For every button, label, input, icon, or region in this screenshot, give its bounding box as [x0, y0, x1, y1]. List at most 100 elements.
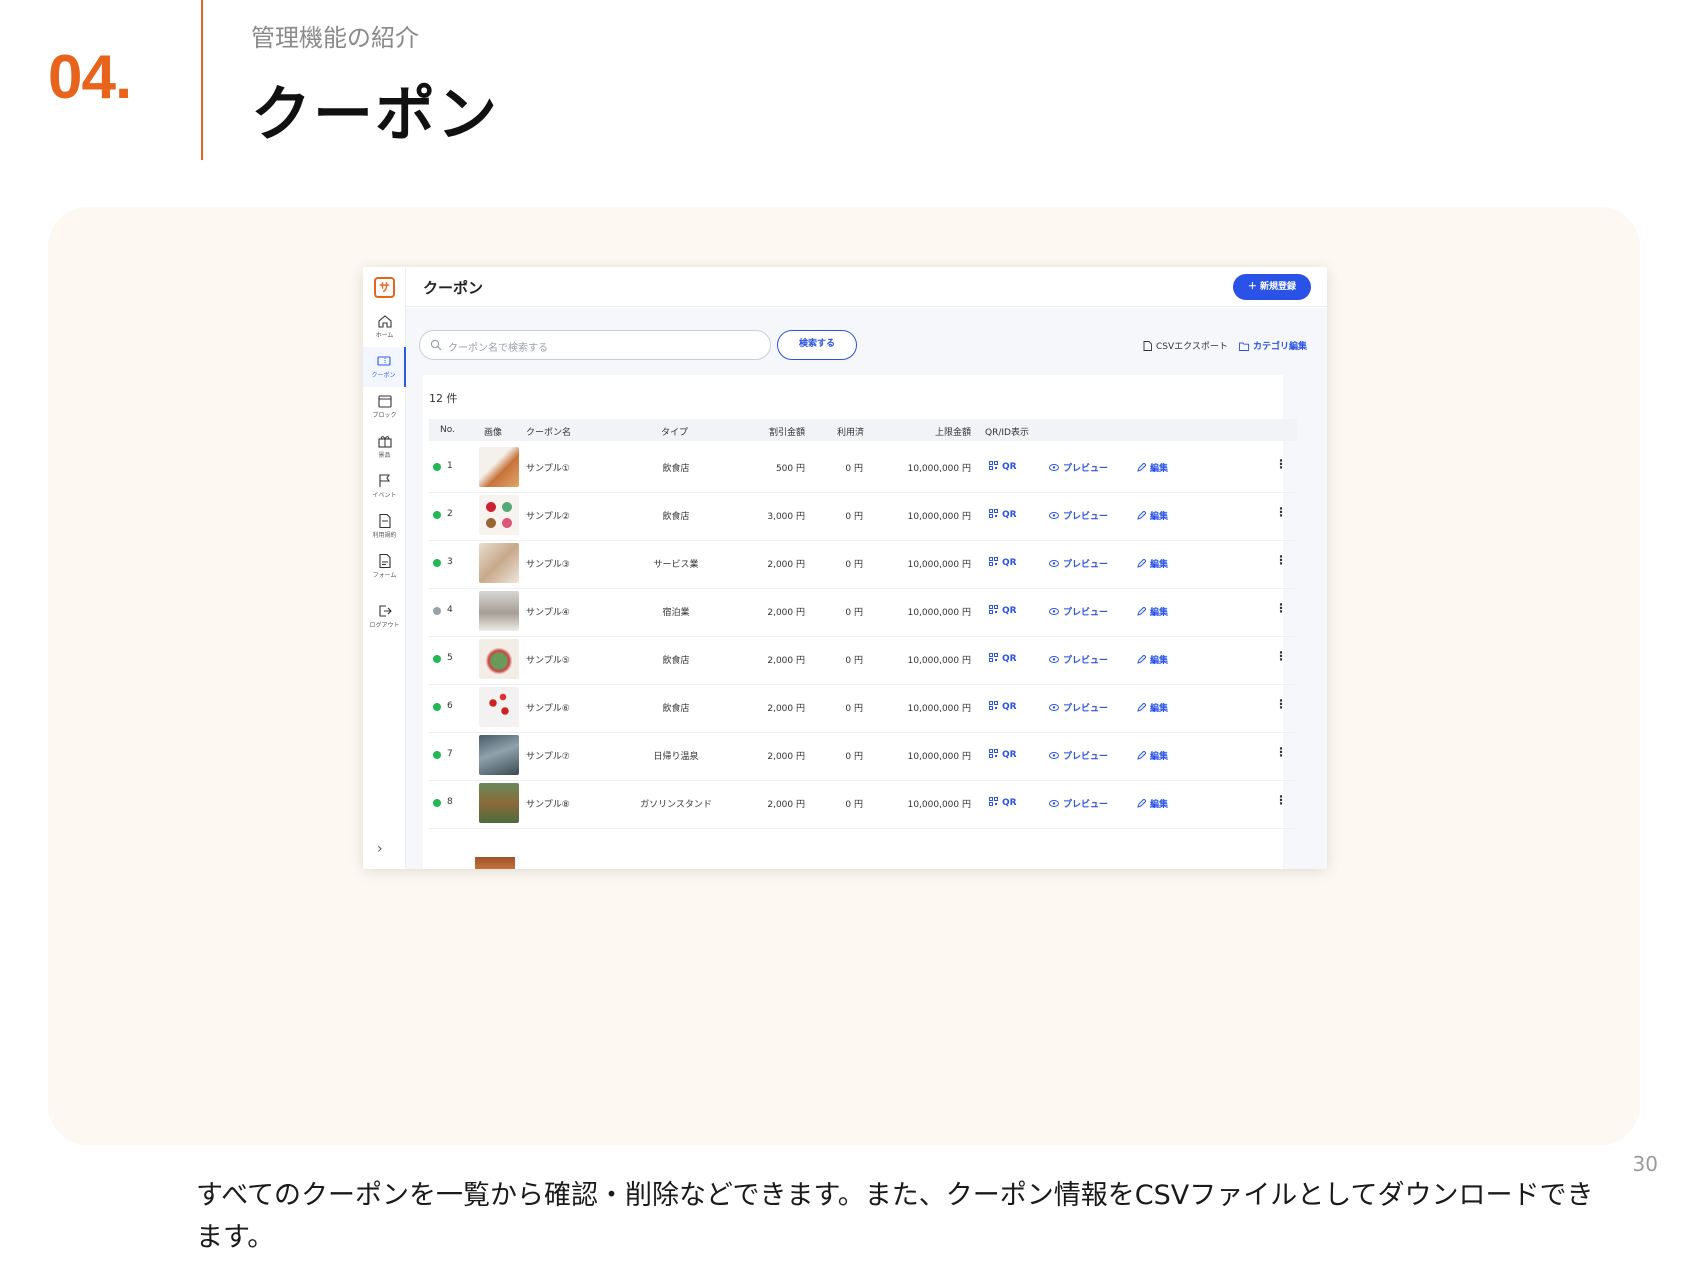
more-menu-icon[interactable]: ⋮	[1275, 457, 1287, 471]
sidebar-item-gift[interactable]: 景品	[363, 427, 406, 467]
edit-link[interactable]: 編集	[1137, 557, 1168, 570]
status-dot	[433, 607, 441, 615]
qr-link[interactable]: QR	[989, 605, 1017, 616]
table-row[interactable]: 3サンプル③サービス業2,000 円0 円10,000,000 円QRプレビュー…	[429, 537, 1297, 589]
discount-amount: 2,000 円	[749, 605, 805, 618]
row-thumbnail-partial	[475, 857, 515, 869]
slide-title: クーポン	[251, 66, 499, 153]
qr-code-icon	[989, 557, 998, 566]
edit-link[interactable]: 編集	[1137, 653, 1168, 666]
page-number: 30	[1633, 1152, 1658, 1176]
csv-export-link[interactable]: CSVエクスポート	[1143, 339, 1228, 352]
table-row[interactable]: 1サンプル①飲食店500 円0 円10,000,000 円QRプレビュー編集⋮	[429, 441, 1297, 493]
caption-box: すべてのクーポンを一覧から確認・削除などできます。また、クーポン情報をCSVファ…	[165, 1147, 1619, 1285]
preview-link[interactable]: プレビュー	[1049, 461, 1108, 474]
edit-link[interactable]: 編集	[1137, 461, 1168, 474]
qr-code-icon	[989, 701, 998, 710]
status-dot	[433, 655, 441, 663]
qr-link[interactable]: QR	[989, 701, 1017, 712]
used-amount: 0 円	[829, 605, 863, 618]
column-header-no: No.	[440, 425, 455, 435]
header-divider	[201, 0, 203, 160]
eye-icon	[1049, 560, 1059, 567]
sidebar-item-flag[interactable]: イベント	[363, 467, 406, 507]
edit-link[interactable]: 編集	[1137, 701, 1168, 714]
more-menu-icon[interactable]: ⋮	[1275, 553, 1287, 567]
folder-icon	[1239, 342, 1249, 351]
edit-link[interactable]: 編集	[1137, 749, 1168, 762]
coupon-name: サンプル⑤	[526, 653, 570, 666]
status-dot	[433, 559, 441, 567]
more-menu-icon[interactable]: ⋮	[1275, 601, 1287, 615]
more-menu-icon[interactable]: ⋮	[1275, 505, 1287, 519]
table-row[interactable]: 7サンプル⑦日帰り温泉2,000 円0 円10,000,000 円QRプレビュー…	[429, 729, 1297, 781]
qr-link[interactable]: QR	[989, 557, 1017, 568]
more-menu-icon[interactable]: ⋮	[1275, 697, 1287, 711]
discount-amount: 3,000 円	[749, 509, 805, 522]
sidebar-item-logout[interactable]: ログアウト	[363, 597, 406, 637]
search-button[interactable]: 検索する	[777, 330, 857, 360]
top-bar: クーポン ＋ 新規登録	[406, 267, 1327, 307]
table-row[interactable]: 6サンプル⑥飲食店2,000 円0 円10,000,000 円QRプレビュー編集…	[429, 681, 1297, 733]
app-page-title: クーポン	[423, 277, 483, 298]
qr-label: QR	[1002, 558, 1017, 568]
coupon-thumbnail	[479, 591, 519, 631]
more-menu-icon[interactable]: ⋮	[1275, 745, 1287, 759]
preview-link[interactable]: プレビュー	[1049, 605, 1108, 618]
qr-link[interactable]: QR	[989, 461, 1017, 472]
coupon-thumbnail	[479, 495, 519, 535]
edit-label: 編集	[1150, 656, 1168, 666]
table-row[interactable]: 8サンプル⑧ガソリンスタンド2,000 円0 円10,000,000 円QRプレ…	[429, 777, 1297, 829]
calendar-icon	[377, 393, 393, 409]
qr-code-icon	[989, 509, 998, 518]
preview-link[interactable]: プレビュー	[1049, 797, 1108, 810]
used-amount: 0 円	[829, 797, 863, 810]
sidebar-item-coupon[interactable]: クーポン	[363, 347, 406, 387]
edit-link[interactable]: 編集	[1137, 797, 1168, 810]
new-register-button[interactable]: ＋ 新規登録	[1233, 274, 1311, 300]
sidebar-item-label: ホーム	[363, 330, 406, 339]
sidebar-item-label: フォーム	[363, 570, 406, 579]
search-placeholder: クーポン名で検索する	[448, 339, 548, 354]
expand-sidebar-icon[interactable]: ›	[377, 841, 383, 857]
coupon-icon	[376, 353, 392, 369]
coupon-name: サンプル③	[526, 557, 570, 570]
table-row[interactable]: 4サンプル④宿泊業2,000 円0 円10,000,000 円QRプレビュー編集…	[429, 585, 1297, 637]
qr-code-icon	[989, 797, 998, 806]
edit-link[interactable]: 編集	[1137, 509, 1168, 522]
coupon-type: 飲食店	[617, 653, 735, 666]
preview-link[interactable]: プレビュー	[1049, 557, 1108, 570]
used-amount: 0 円	[829, 653, 863, 666]
qr-label: QR	[1002, 702, 1017, 712]
qr-link[interactable]: QR	[989, 749, 1017, 760]
status-dot	[433, 511, 441, 519]
sidebar-item-form[interactable]: フォーム	[363, 547, 406, 587]
preview-link[interactable]: プレビュー	[1049, 749, 1108, 762]
qr-link[interactable]: QR	[989, 653, 1017, 664]
form-icon	[377, 553, 393, 569]
edit-link[interactable]: 編集	[1137, 605, 1168, 618]
qr-link[interactable]: QR	[989, 797, 1017, 808]
sidebar-item-calendar[interactable]: ブロック	[363, 387, 406, 427]
more-menu-icon[interactable]: ⋮	[1275, 649, 1287, 663]
search-input[interactable]: クーポン名で検索する	[419, 330, 771, 360]
preview-link[interactable]: プレビュー	[1049, 701, 1108, 714]
coupon-type: サービス業	[617, 557, 735, 570]
preview-label: プレビュー	[1063, 656, 1108, 666]
sidebar-item-label: 利用規約	[363, 530, 406, 539]
table-row[interactable]: 5サンプル⑤飲食店2,000 円0 円10,000,000 円QRプレビュー編集…	[429, 633, 1297, 685]
category-edit-link[interactable]: カテゴリ編集	[1239, 339, 1307, 352]
sidebar-item-home[interactable]: ホーム	[363, 307, 406, 347]
sidebar-item-label: クーポン	[363, 370, 404, 379]
preview-link[interactable]: プレビュー	[1049, 509, 1108, 522]
more-menu-icon[interactable]: ⋮	[1275, 793, 1287, 807]
csv-export-label: CSVエクスポート	[1156, 342, 1228, 352]
preview-link[interactable]: プレビュー	[1049, 653, 1108, 666]
eye-icon	[1049, 752, 1059, 759]
table-row[interactable]: 2サンプル②飲食店3,000 円0 円10,000,000 円QRプレビュー編集…	[429, 489, 1297, 541]
limit-amount: 10,000,000 円	[891, 797, 971, 810]
coupon-name: サンプル⑦	[526, 749, 570, 762]
sidebar-item-document[interactable]: 利用規約	[363, 507, 406, 547]
app-logo-icon[interactable]: サ	[374, 277, 395, 298]
qr-link[interactable]: QR	[989, 509, 1017, 520]
